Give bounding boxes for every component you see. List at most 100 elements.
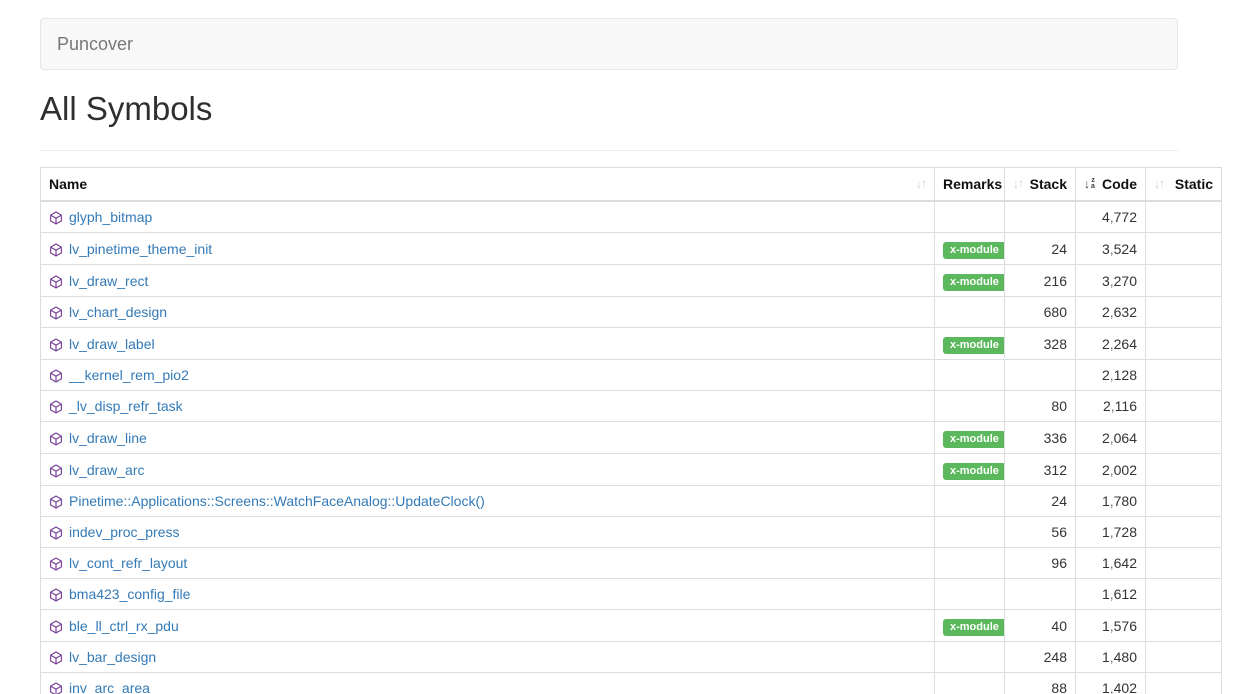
symbols-table: ↓↑ Name Remarks ↓↑ Stack ↓za Code ↓↑ Sta… [40, 167, 1222, 694]
name-cell: lv_draw_rect [41, 265, 935, 297]
symbol-link[interactable]: inv_arc_area [69, 680, 150, 694]
symbol-link[interactable]: lv_draw_arc [69, 462, 144, 478]
column-header-stack[interactable]: ↓↑ Stack [1005, 168, 1076, 202]
table-row: ble_ll_ctrl_rx_pdu x-module 40 1,576 [41, 610, 1222, 642]
static-cell [1146, 673, 1222, 694]
static-cell [1146, 642, 1222, 673]
static-cell [1146, 391, 1222, 422]
column-label: Code [1102, 176, 1137, 192]
x-module-badge: x-module [943, 337, 1005, 354]
table-row: lv_draw_label x-module 328 2,264 [41, 328, 1222, 360]
package-cube-icon [49, 495, 63, 509]
code-cell: 4,772 [1076, 201, 1146, 233]
name-cell: __kernel_rem_pio2 [41, 360, 935, 391]
page-title: All Symbols [40, 90, 1260, 128]
table-row: lv_cont_refr_layout 96 1,642 [41, 548, 1222, 579]
stack-cell: 80 [1005, 391, 1076, 422]
remarks-cell [935, 486, 1005, 517]
x-module-badge: x-module [943, 431, 1005, 448]
static-cell [1146, 297, 1222, 328]
stack-cell: 56 [1005, 517, 1076, 548]
static-cell [1146, 517, 1222, 548]
name-cell: glyph_bitmap [41, 201, 935, 233]
stack-cell: 336 [1005, 422, 1076, 454]
remarks-cell: x-module [935, 454, 1005, 486]
code-cell: 1,576 [1076, 610, 1146, 642]
symbol-link[interactable]: lv_cont_refr_layout [69, 555, 187, 571]
stack-cell [1005, 579, 1076, 610]
symbol-link[interactable]: bma423_config_file [69, 586, 190, 602]
package-cube-icon [49, 464, 63, 478]
static-cell [1146, 610, 1222, 642]
symbol-link[interactable]: Pinetime::Applications::Screens::WatchFa… [69, 493, 485, 509]
code-cell: 1,642 [1076, 548, 1146, 579]
column-label: Stack [1030, 176, 1067, 192]
sort-both-icon: ↓↑ [1013, 174, 1023, 194]
static-cell [1146, 486, 1222, 517]
x-module-badge: x-module [943, 242, 1005, 259]
name-cell: lv_draw_line [41, 422, 935, 454]
stack-cell [1005, 201, 1076, 233]
package-cube-icon [49, 651, 63, 665]
symbol-link[interactable]: lv_draw_line [69, 430, 147, 446]
symbol-link[interactable]: lv_bar_design [69, 649, 156, 665]
code-cell: 1,780 [1076, 486, 1146, 517]
symbol-link[interactable]: lv_chart_design [69, 304, 167, 320]
symbol-link[interactable]: ble_ll_ctrl_rx_pdu [69, 618, 179, 634]
remarks-cell [935, 391, 1005, 422]
static-cell [1146, 328, 1222, 360]
symbol-link[interactable]: lv_draw_rect [69, 273, 148, 289]
table-row: _lv_disp_refr_task 80 2,116 [41, 391, 1222, 422]
table-row: bma423_config_file 1,612 [41, 579, 1222, 610]
column-label: Name [49, 176, 87, 192]
symbol-link[interactable]: __kernel_rem_pio2 [69, 367, 189, 383]
name-cell: lv_draw_label [41, 328, 935, 360]
remarks-cell [935, 548, 1005, 579]
sort-desc-za-icon: ↓za [1084, 174, 1095, 194]
code-cell: 1,402 [1076, 673, 1146, 694]
name-cell: lv_cont_refr_layout [41, 548, 935, 579]
page-content: Puncover All Symbols ↓↑ Name Remarks ↓↑ … [40, 18, 1260, 694]
remarks-cell: x-module [935, 422, 1005, 454]
divider [40, 150, 1178, 151]
table-row: lv_pinetime_theme_init x-module 24 3,524 [41, 233, 1222, 265]
symbol-link[interactable]: glyph_bitmap [69, 209, 152, 225]
package-cube-icon [49, 588, 63, 602]
code-cell: 1,728 [1076, 517, 1146, 548]
table-row: indev_proc_press 56 1,728 [41, 517, 1222, 548]
symbol-link[interactable]: lv_draw_label [69, 336, 155, 352]
stack-cell: 24 [1005, 486, 1076, 517]
column-header-name[interactable]: ↓↑ Name [41, 168, 935, 202]
symbol-link[interactable]: indev_proc_press [69, 524, 180, 540]
code-cell: 3,270 [1076, 265, 1146, 297]
remarks-cell [935, 360, 1005, 391]
table-body: glyph_bitmap 4,772 lv_pinetime_theme_ini… [41, 201, 1222, 694]
column-header-remarks[interactable]: Remarks [935, 168, 1005, 202]
column-header-static[interactable]: ↓↑ Static [1146, 168, 1222, 202]
navbar-brand-link[interactable]: Puncover [41, 34, 149, 55]
code-cell: 2,116 [1076, 391, 1146, 422]
symbol-link[interactable]: _lv_disp_refr_task [69, 398, 183, 414]
sort-both-icon: ↓↑ [916, 174, 926, 194]
name-cell: lv_bar_design [41, 642, 935, 673]
package-cube-icon [49, 682, 63, 694]
stack-cell: 24 [1005, 233, 1076, 265]
static-cell [1146, 454, 1222, 486]
symbol-link[interactable]: lv_pinetime_theme_init [69, 241, 212, 257]
name-cell: lv_pinetime_theme_init [41, 233, 935, 265]
code-cell: 2,632 [1076, 297, 1146, 328]
name-cell: indev_proc_press [41, 517, 935, 548]
column-header-code[interactable]: ↓za Code [1076, 168, 1146, 202]
stack-cell: 40 [1005, 610, 1076, 642]
name-cell: ble_ll_ctrl_rx_pdu [41, 610, 935, 642]
stack-cell: 88 [1005, 673, 1076, 694]
x-module-badge: x-module [943, 274, 1005, 291]
package-cube-icon [49, 432, 63, 446]
package-cube-icon [49, 557, 63, 571]
code-cell: 3,524 [1076, 233, 1146, 265]
remarks-cell [935, 673, 1005, 694]
code-cell: 2,264 [1076, 328, 1146, 360]
remarks-cell [935, 297, 1005, 328]
package-cube-icon [49, 620, 63, 634]
package-cube-icon [49, 369, 63, 383]
